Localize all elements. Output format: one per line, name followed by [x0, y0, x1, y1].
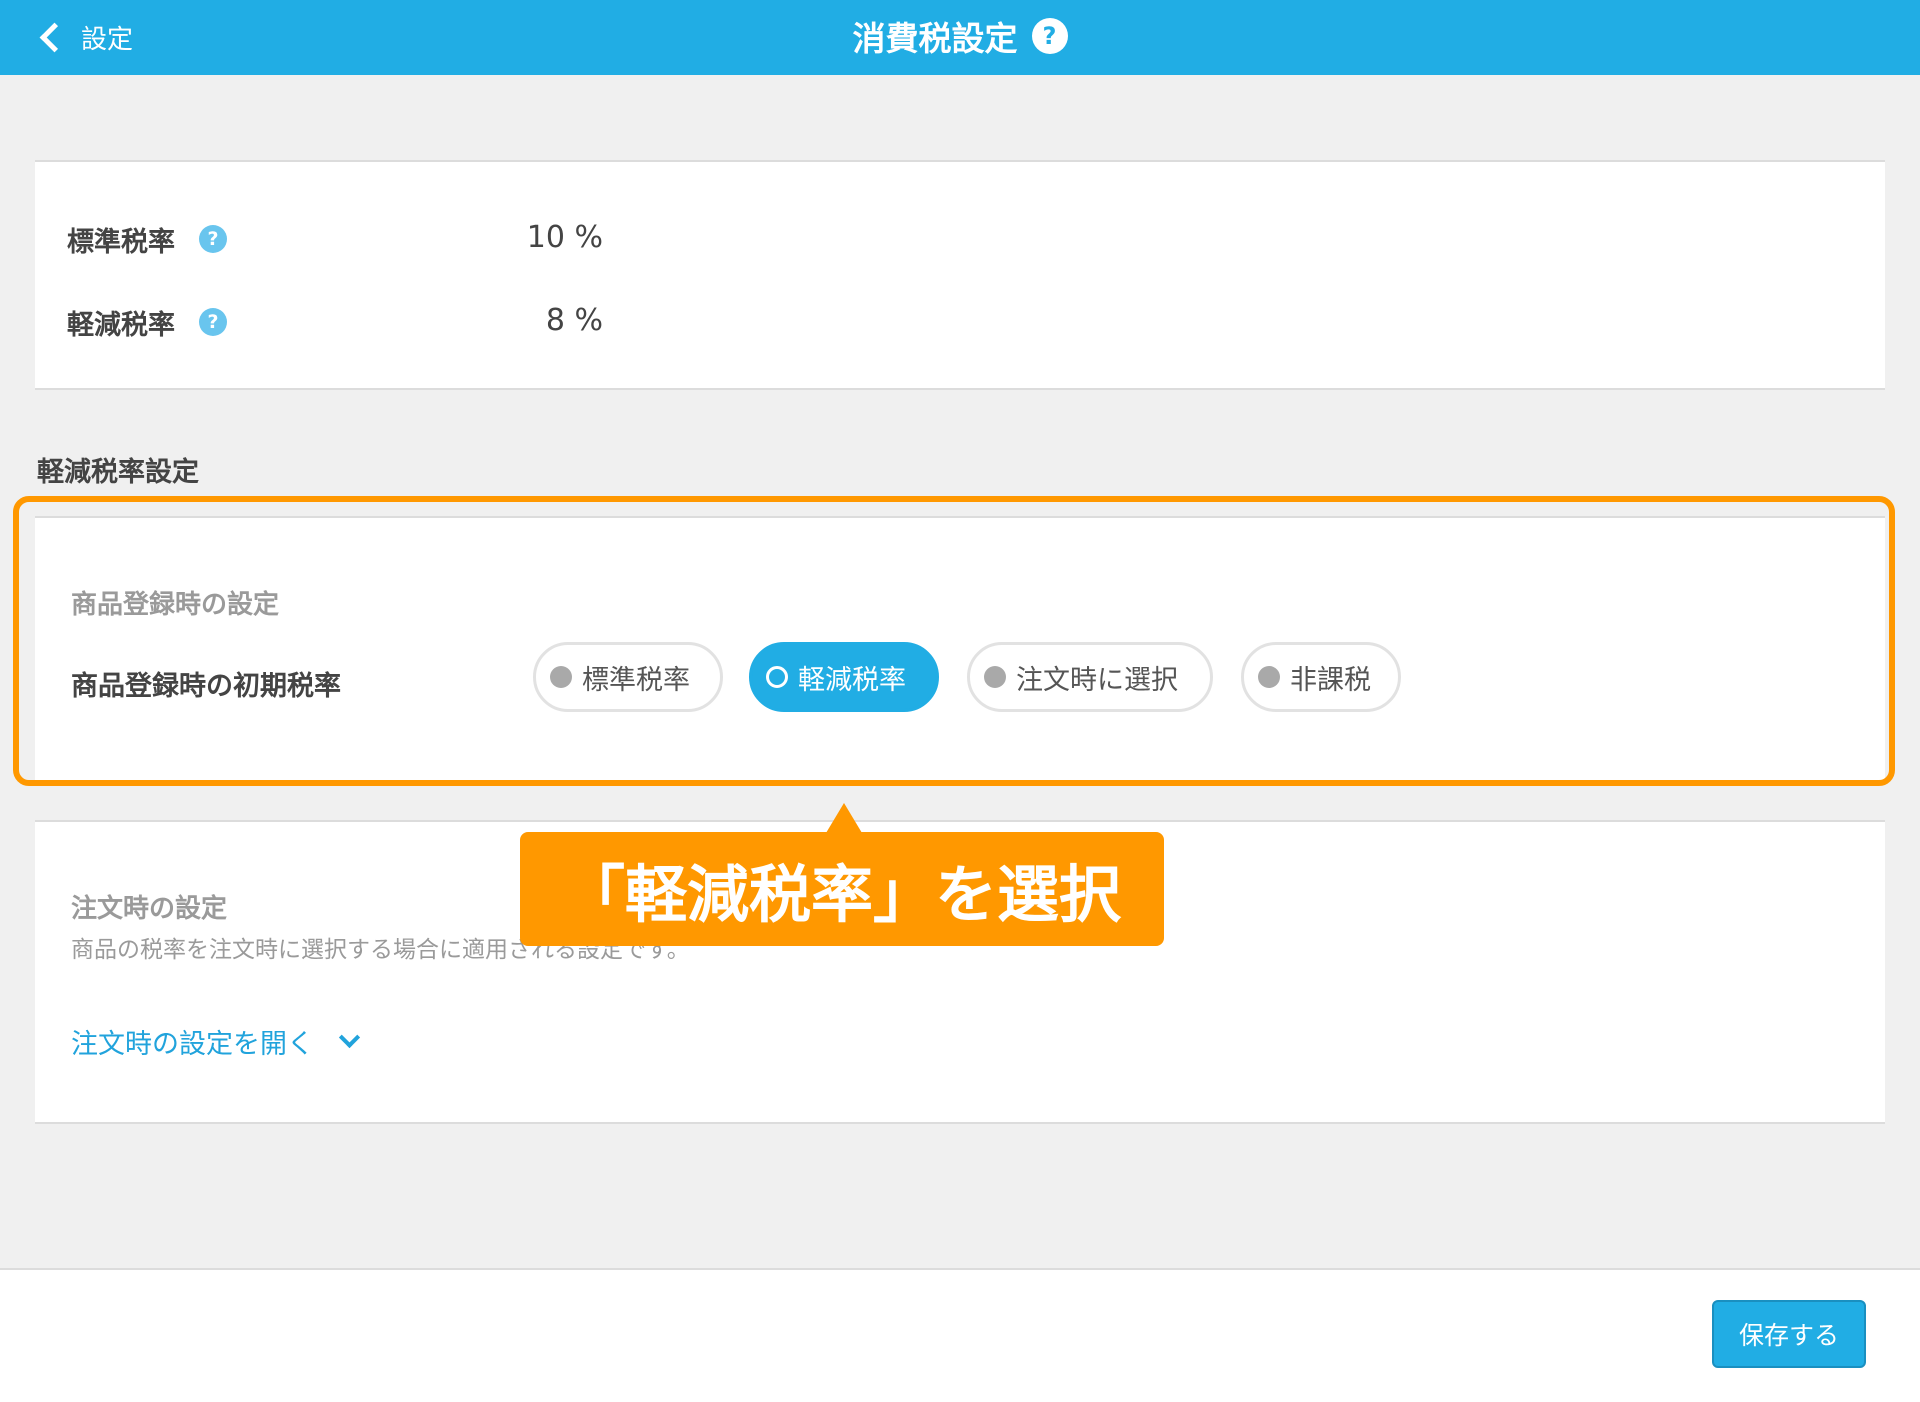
- footer-bar: 保存する: [0, 1268, 1920, 1402]
- open-order-settings-label: 注文時の設定を開く: [71, 1029, 314, 1060]
- highlight-frame: [13, 496, 1895, 786]
- reduced-rate-value: 8 %: [545, 303, 603, 338]
- reduced-rate-help-icon[interactable]: ?: [199, 308, 227, 336]
- page-title-group: 消費税設定 ?: [0, 0, 1920, 72]
- reduced-settings-heading: 軽減税率設定: [37, 457, 199, 488]
- tax-rate-card: 標準税率 ? 10 % 軽減税率 ? 8 %: [35, 160, 1885, 390]
- top-bar: 設定 消費税設定 ?: [0, 0, 1920, 75]
- standard-rate-help-icon[interactable]: ?: [199, 225, 227, 253]
- callout-text: 「軽減税率」を選択: [562, 858, 1121, 931]
- page-title: 消費税設定: [852, 19, 1018, 58]
- reduced-rate-label: 軽減税率: [67, 309, 175, 341]
- order-setting-subheading: 注文時の設定: [71, 894, 228, 924]
- reduced-rate-row: 軽減税率 ?: [67, 297, 227, 347]
- save-button[interactable]: 保存する: [1712, 1300, 1866, 1368]
- chevron-down-icon: [338, 1026, 361, 1049]
- standard-rate-row: 標準税率 ?: [67, 214, 227, 264]
- help-icon[interactable]: ?: [1031, 18, 1068, 54]
- callout-arrow: [826, 803, 862, 833]
- standard-rate-label: 標準税率: [67, 226, 175, 258]
- standard-rate-value: 10 %: [526, 220, 603, 255]
- instruction-callout: 「軽減税率」を選択: [520, 832, 1164, 946]
- open-order-settings-link[interactable]: 注文時の設定を開く: [71, 1022, 361, 1061]
